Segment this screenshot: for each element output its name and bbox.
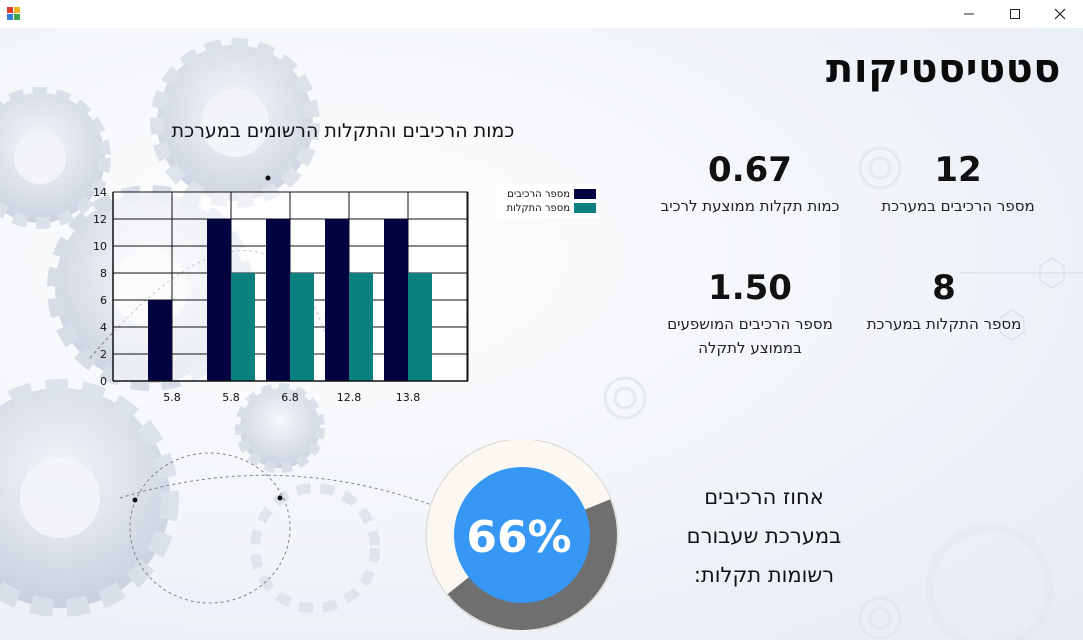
window-titlebar: [0, 0, 1083, 28]
x-tick-label: 12.8: [337, 391, 362, 404]
x-tick-label: 5.8: [222, 391, 240, 404]
bar-components: [384, 219, 408, 381]
stat-components: 12 מספר הרכיבים במערכת: [858, 150, 1058, 218]
y-tick-label: 8: [100, 267, 107, 280]
stat-components-value: 12: [934, 150, 982, 190]
stat-faults: 8 מספר התקלות במערכת: [858, 268, 1030, 336]
chart-title: כמות הרכיבים והתקלות הרשומים במערכת: [171, 120, 515, 142]
bar-faults: [231, 273, 255, 381]
stat-avg-affected: 1.50 מספר הרכיבים המושפעים בממוצע לתקלה: [640, 268, 860, 360]
x-tick-label: 6.8: [281, 391, 299, 404]
bar-faults: [290, 273, 314, 381]
percentage-description: אחוז הרכיבים במערכת שעבורם רשומות תקלות:: [650, 478, 878, 595]
bar-components: [148, 300, 172, 381]
stat-avg-affected-label: מספר הרכיבים המושפעים בממוצע לתקלה: [640, 312, 860, 360]
stat-avg-affected-label-line1: מספר הרכיבים המושפעים: [667, 315, 833, 333]
stat-avg-faults-label: כמות תקלות ממוצעת לרכיב: [660, 197, 840, 215]
stat-avg-affected-label-line2: בממוצע לתקלה: [698, 339, 802, 357]
app-icon: [7, 7, 20, 20]
y-tick-label: 14: [93, 186, 107, 199]
percentage-description-line3: רשומות תקלות:: [693, 563, 835, 587]
y-tick-label: 0: [100, 375, 107, 388]
y-tick-label: 6: [100, 294, 107, 307]
legend-item-faults: מספר התקלות: [500, 201, 596, 215]
x-tick-label: 13.8: [396, 391, 421, 404]
y-tick-label: 4: [100, 321, 107, 334]
bar-components: [325, 219, 349, 381]
stat-avg-faults: 0.67 כמות תקלות ממוצעת לרכיב: [630, 150, 870, 218]
y-tick-label: 12: [93, 213, 107, 226]
minimize-icon[interactable]: [946, 0, 992, 28]
bar-faults: [349, 273, 373, 381]
y-tick-label: 10: [93, 240, 107, 253]
stat-components-label: מספר הרכיבים במערכת: [881, 197, 1035, 215]
stat-avg-affected-value: 1.50: [708, 268, 792, 308]
bar-components: [207, 219, 231, 381]
stat-avg-faults-value: 0.67: [708, 150, 792, 190]
legend-label-faults: מספר התקלות: [506, 202, 570, 214]
legend-label-components: מספר הרכיבים: [507, 188, 570, 200]
chart-legend: מספר הרכיבים מספר התקלות: [496, 184, 600, 218]
stat-faults-value: 8: [932, 268, 956, 308]
legend-swatch-components: [574, 189, 596, 199]
page-title: סטטיסטיקות: [826, 46, 1061, 92]
percentage-description-line1: אחוז הרכיבים: [704, 485, 824, 509]
bar-components: [266, 219, 290, 381]
stat-faults-label: מספר התקלות במערכת: [866, 315, 1022, 333]
bar-faults: [408, 273, 432, 381]
x-tick-label: 5.8: [163, 391, 181, 404]
maximize-icon[interactable]: [992, 0, 1038, 28]
percentage-value: 66%: [466, 511, 572, 563]
close-icon[interactable]: [1037, 0, 1083, 28]
legend-swatch-faults: [574, 203, 596, 213]
y-tick-label: 2: [100, 348, 107, 361]
percentage-description-line2: במערכת שעבורם: [686, 524, 842, 548]
legend-item-components: מספר הרכיבים: [500, 187, 596, 201]
